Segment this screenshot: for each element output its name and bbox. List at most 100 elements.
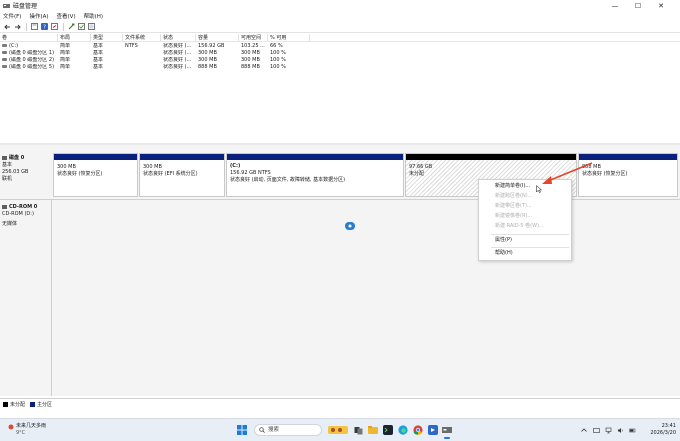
volume-status: 状态良好 (...: [163, 43, 192, 49]
folder-icon: [368, 426, 378, 434]
taskbar-app-edge[interactable]: [397, 424, 409, 436]
menu-item-properties[interactable]: 属性(P): [495, 236, 512, 245]
partition-c[interactable]: (C:) 156.92 GB NTFS 状态良好 (启动, 页面文件, 故障转储…: [226, 153, 404, 197]
partition-status: 未分配: [409, 171, 425, 177]
menu-file[interactable]: 文件(F): [3, 12, 21, 20]
help-icon[interactable]: ?: [40, 23, 48, 31]
check-icon[interactable]: [77, 23, 85, 31]
taskbar-app-blue[interactable]: [427, 424, 439, 436]
clock-time: 23:41: [661, 423, 676, 429]
col-filesystem[interactable]: 文件系统: [123, 34, 161, 42]
view-icon[interactable]: [87, 23, 95, 31]
volume-name: (磁盘 0 磁盘分区 1): [9, 50, 55, 56]
table-row[interactable]: (磁盘 0 磁盘分区 1) 简单 基本 状态良好 (... 300 MB 300…: [0, 50, 680, 57]
forward-icon[interactable]: [13, 23, 21, 31]
table-row[interactable]: (磁盘 0 磁盘分区 5) 简单 基本 状态良好 (... 888 MB 888…: [0, 64, 680, 71]
menu-action[interactable]: 操作(A): [29, 12, 48, 20]
menu-item-new-striped-volume: 新建带区卷(T)...: [495, 203, 532, 209]
weather-widget[interactable]: 未来几天多雨 9°C: [8, 423, 46, 437]
volume-filesystem: [123, 57, 161, 64]
app-icon: [428, 425, 438, 435]
title-bar: 磁盘管理 — ☐ ✕: [0, 0, 680, 11]
disk-name: 磁盘 0: [9, 155, 25, 161]
legend-label-primary: 主分区: [37, 402, 53, 408]
cdrom-0-label[interactable]: CD-ROM 0 CD-ROM (D:) 无媒体: [2, 204, 50, 228]
search-placeholder: 搜索: [268, 427, 280, 433]
partition-efi[interactable]: 300 MB 状态良好 (EFI 系统分区): [139, 153, 225, 197]
menu-separator: [491, 247, 569, 248]
partition-recovery-1[interactable]: 300 MB 状态良好 (恢复分区): [53, 153, 138, 197]
col-type[interactable]: 类型: [91, 34, 123, 42]
volume-percent-free: 66 %: [270, 43, 283, 49]
volume-capacity: 156.92 GB: [198, 43, 225, 49]
taskbar-app-chrome[interactable]: [412, 424, 424, 436]
legend-bar: 未分配 主分区: [0, 398, 680, 410]
volume-layout: 简单: [60, 57, 71, 63]
col-status[interactable]: 状态: [161, 34, 196, 42]
minimize-button[interactable]: —: [604, 0, 626, 11]
toolbar: ?: [0, 21, 680, 33]
col-layout[interactable]: 布局: [58, 34, 91, 42]
taskbar-app-file-explorer[interactable]: [367, 424, 379, 436]
tray-volume-button[interactable]: [614, 424, 626, 436]
cdrom-media: 无媒体: [2, 221, 18, 227]
menu-view[interactable]: 查看(V): [57, 12, 76, 20]
legend-label-unallocated: 未分配: [10, 402, 26, 408]
taskbar-app-terminal[interactable]: [382, 424, 394, 436]
volume-name: (磁盘 0 磁盘分区 5): [9, 64, 55, 70]
clock-date: 2026/3/20: [650, 430, 676, 436]
annotation-arrow-icon: [542, 162, 593, 184]
disk-status: 联机: [2, 176, 13, 182]
table-row[interactable]: (磁盘 0 磁盘分区 2) 简单 基本 状态良好 (... 300 MB 300…: [0, 57, 680, 64]
volume-icon: [2, 58, 7, 61]
volume-free-space: 888 MB: [241, 64, 260, 70]
volume-list-header: 卷 布局 类型 文件系统 状态 容量 可用空间 % 可用: [0, 34, 680, 42]
legend-swatch-unallocated: [3, 402, 8, 407]
table-row[interactable]: (C:) 简单 基本 NTFS 状态良好 (... 156.92 GB 103.…: [0, 43, 680, 50]
volume-icon: [2, 51, 7, 54]
taskbar-clock[interactable]: 23:41 2026/3/20: [636, 423, 676, 437]
windows-logo-icon: [237, 425, 247, 435]
properties-icon[interactable]: [30, 23, 38, 31]
back-icon[interactable]: [3, 23, 11, 31]
volume-layout: 简单: [60, 64, 71, 70]
widgets-button[interactable]: [327, 424, 349, 436]
volume-status: 状态良好 (...: [163, 57, 192, 63]
menu-item-help[interactable]: 帮助(H): [495, 249, 513, 258]
menu-item-new-spanned-volume: 新建跨区卷(N)...: [495, 193, 533, 199]
menu-help[interactable]: 帮助(H): [84, 12, 103, 20]
delete-icon[interactable]: [67, 23, 75, 31]
refresh-icon[interactable]: [50, 23, 58, 31]
taskbar-search-input[interactable]: 搜索: [254, 424, 322, 436]
close-button[interactable]: ✕: [650, 0, 672, 11]
col-free-space[interactable]: 可用空间: [239, 34, 268, 42]
start-button[interactable]: [236, 424, 248, 436]
active-app-indicator: [444, 437, 450, 439]
weather-icon: [8, 424, 14, 429]
cdrom-name: CD-ROM 0: [9, 204, 38, 210]
col-volume[interactable]: 卷: [0, 34, 58, 42]
taskbar-app-disk-management[interactable]: [441, 424, 453, 439]
partition-bar: [54, 154, 137, 160]
partition-status: 状态良好 (EFI 系统分区): [143, 171, 198, 177]
keyboard-icon: [592, 427, 600, 433]
toolbar-separator: [63, 22, 64, 31]
speaker-icon: [617, 427, 623, 433]
col-percent-free[interactable]: % 可用: [268, 34, 310, 42]
disk-0-label[interactable]: 磁盘 0 基本 256.03 GB 联机: [2, 155, 50, 183]
cursor-indicator-icon: [345, 222, 355, 230]
disk-management-app-icon: [3, 3, 10, 8]
task-view-button[interactable]: [352, 424, 364, 436]
tray-chevron-button[interactable]: [578, 424, 590, 436]
maximize-button[interactable]: ☐: [627, 0, 649, 11]
menu-item-new-simple-volume[interactable]: 新建简单卷(I)...: [495, 182, 530, 191]
disk-management-taskbar-icon: [442, 427, 452, 433]
volume-filesystem: [123, 50, 161, 57]
tray-language-button[interactable]: [590, 424, 602, 436]
terminal-icon: [383, 425, 393, 435]
volume-type: 基本: [93, 57, 104, 63]
col-capacity[interactable]: 容量: [196, 34, 239, 42]
volume-icon: [2, 44, 7, 47]
tray-network-button[interactable]: [602, 424, 614, 436]
widgets-banner-icon: [328, 426, 348, 434]
